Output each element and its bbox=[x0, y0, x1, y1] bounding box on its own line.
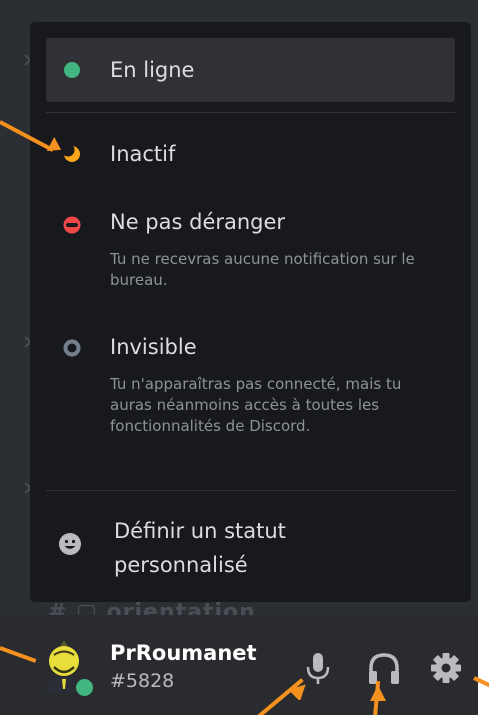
user-tag: #5828 bbox=[110, 670, 175, 692]
status-option-description: Tu ne recevras aucune notification sur l… bbox=[110, 250, 415, 289]
annotation-arrowhead bbox=[46, 137, 62, 152]
annotation-arrowhead bbox=[290, 684, 306, 700]
avatar[interactable] bbox=[40, 637, 96, 699]
status-option-invisible[interactable]: Invisible Tu n'apparaîtras pas connecté,… bbox=[46, 320, 455, 480]
username: PrRoumanet bbox=[110, 641, 257, 665]
invisible-ring-icon bbox=[63, 339, 81, 357]
status-option-label: Ne pas déranger bbox=[110, 210, 286, 234]
screenshot-stage: # ▢ orientation En ligne Inactif Ne pas … bbox=[0, 0, 489, 715]
annotation-arrowhead bbox=[370, 685, 386, 701]
custom-status-option[interactable]: Définir un statut personnalisé bbox=[46, 500, 455, 590]
do-not-disturb-icon bbox=[63, 216, 81, 234]
user-settings-button[interactable] bbox=[426, 648, 466, 688]
headphones-icon bbox=[369, 653, 399, 684]
online-dot-icon bbox=[64, 62, 80, 78]
deafen-button[interactable] bbox=[364, 648, 404, 688]
moon-icon bbox=[62, 144, 80, 162]
menu-divider bbox=[46, 112, 455, 113]
status-option-label: En ligne bbox=[110, 58, 195, 82]
status-option-online[interactable]: En ligne bbox=[46, 38, 455, 102]
status-option-idle[interactable]: Inactif bbox=[46, 122, 455, 188]
status-menu: En ligne Inactif Ne pas déranger Tu ne r… bbox=[30, 22, 471, 602]
status-option-description: Tu n'apparaîtras pas connecté, mais tu a… bbox=[110, 375, 402, 435]
status-option-label: Invisible bbox=[110, 335, 197, 359]
smiley-icon bbox=[59, 533, 81, 555]
user-status-indicator bbox=[73, 676, 96, 699]
status-option-dnd[interactable]: Ne pas déranger Tu ne recevras aucune no… bbox=[46, 194, 455, 304]
menu-divider bbox=[46, 490, 455, 491]
custom-status-label: Définir un statut personnalisé bbox=[114, 519, 286, 577]
gear-icon bbox=[431, 653, 461, 683]
status-option-label: Inactif bbox=[110, 142, 176, 166]
user-panel: PrRoumanet #5828 bbox=[0, 615, 478, 715]
